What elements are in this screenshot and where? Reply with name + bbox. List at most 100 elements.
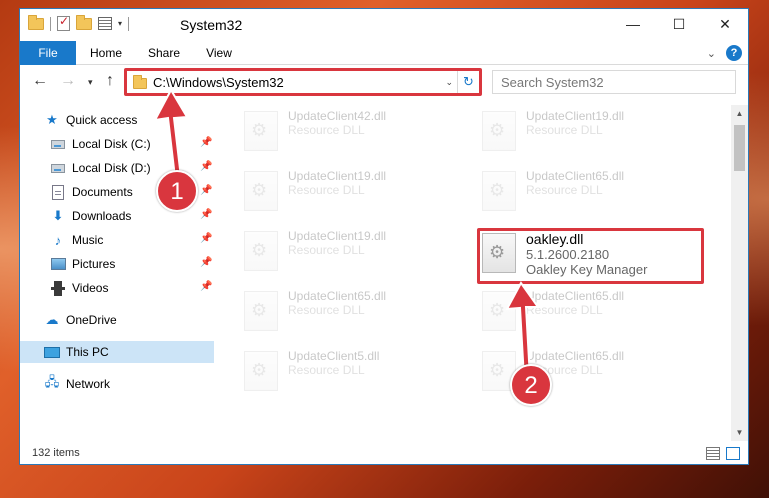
file-type: Resource DLL	[288, 123, 365, 137]
sidebar-item-pictures[interactable]: Pictures	[50, 253, 115, 275]
step-2-badge: 2	[510, 364, 552, 406]
computer-icon	[44, 346, 60, 358]
sidebar-item-onedrive[interactable]: ☁ OneDrive	[44, 309, 117, 331]
list-item[interactable]: UpdateClient5.dllResource DLL	[244, 349, 464, 397]
highlighted-file-oakley[interactable]: oakley.dll 5.1.2600.2180 Oakley Key Mana…	[482, 231, 702, 279]
dll-file-icon	[244, 111, 278, 151]
properties-icon[interactable]	[98, 17, 112, 30]
list-item[interactable]: UpdateClient65.dllResource DLL	[244, 289, 464, 337]
file-name: UpdateClient65.dll	[526, 169, 625, 183]
maximize-button[interactable]: ☐	[656, 9, 702, 39]
search-input[interactable]: Search System32	[492, 70, 736, 94]
help-icon[interactable]: ?	[726, 45, 742, 61]
pin-icon: 📌	[200, 137, 213, 148]
sidebar-item-this-pc[interactable]: This PC	[20, 341, 214, 363]
sidebar-item-label: Downloads	[72, 209, 132, 223]
title-bar: ▾ System32 — ☐ ✕	[20, 9, 748, 41]
dll-file-icon	[244, 231, 278, 271]
sidebar-item-label: This PC	[66, 345, 109, 359]
refresh-icon[interactable]: ↻	[457, 71, 479, 93]
sidebar-item-local-disk-d[interactable]: Local Disk (D:)	[50, 157, 151, 179]
window-title: System32	[180, 17, 243, 33]
file-name: UpdateClient65.dll	[526, 289, 625, 303]
file-list: UpdateClient42.dllResource DLL UpdateCli…	[216, 105, 731, 441]
pin-icon: 📌	[200, 185, 213, 196]
file-type: Resource DLL	[288, 243, 365, 257]
sidebar-item-local-disk-c[interactable]: Local Disk (C:)	[50, 133, 151, 155]
list-item[interactable]: UpdateClient19.dllResource DLL	[244, 229, 464, 277]
documents-icon	[52, 184, 64, 200]
file-type: Resource DLL	[288, 303, 365, 317]
dll-file-icon	[244, 171, 278, 211]
sidebar-item-label: OneDrive	[66, 313, 117, 327]
tab-share[interactable]: Share	[140, 41, 188, 65]
address-dropdown-icon[interactable]: ⌄	[445, 77, 453, 88]
ribbon: File Home Share View ⌄ ?	[20, 41, 748, 65]
address-path[interactable]: C:\Windows\System32	[153, 75, 284, 90]
tab-home[interactable]: Home	[82, 41, 130, 65]
videos-icon	[51, 280, 65, 296]
list-item[interactable]: UpdateClient65.dllResource DLL	[482, 169, 702, 217]
search-placeholder: Search System32	[501, 75, 604, 90]
minimize-button[interactable]: —	[610, 9, 656, 39]
sidebar-item-label: Videos	[72, 281, 109, 295]
forward-arrow-icon[interactable]: →	[60, 72, 76, 90]
list-item[interactable]: UpdateClient42.dllResource DLL	[244, 109, 464, 157]
scroll-thumb[interactable]	[734, 125, 745, 171]
close-button[interactable]: ✕	[702, 9, 748, 39]
file-type: Resource DLL	[526, 183, 603, 197]
file-name: UpdateClient42.dll	[288, 109, 387, 123]
recent-locations-icon[interactable]: ▾	[88, 77, 93, 88]
dll-file-icon	[482, 233, 516, 273]
list-item[interactable]: UpdateClient65.dllResource DLL	[482, 289, 702, 337]
file-description: Oakley Key Manager	[526, 262, 648, 277]
cloud-icon: ☁	[45, 312, 59, 327]
navigation-bar: ← → ▾ ↑ C:\Windows\System32 ⌄ ↻ Search S…	[20, 67, 748, 97]
properties-check-icon[interactable]	[57, 14, 70, 31]
folder-icon[interactable]	[28, 14, 44, 30]
dll-file-icon	[244, 351, 278, 391]
explorer-window: ▾ System32 — ☐ ✕ File Home Share View ⌄ …	[19, 8, 749, 465]
sidebar-item-downloads[interactable]: ⬇ Downloads	[50, 205, 132, 227]
tab-file[interactable]: File	[20, 41, 76, 65]
list-item[interactable]: UpdateClient19.dllResource DLL	[482, 109, 702, 157]
file-name: oakley.dll	[526, 231, 584, 247]
up-arrow-icon[interactable]: ↑	[106, 72, 114, 90]
sidebar-item-label: Network	[66, 377, 111, 391]
dll-file-icon	[482, 171, 516, 211]
file-name: UpdateClient19.dll	[526, 109, 625, 123]
drive-icon	[51, 139, 65, 149]
tab-view[interactable]: View	[198, 41, 240, 65]
new-folder-icon[interactable]	[76, 14, 92, 30]
scroll-up-icon[interactable]: ▲	[731, 105, 748, 122]
pin-icon: 📌	[200, 209, 213, 220]
sidebar-item-videos[interactable]: Videos	[50, 277, 108, 299]
large-icons-view-icon[interactable]	[726, 447, 740, 460]
file-type: Resource DLL	[526, 303, 603, 317]
quick-access-toolbar: ▾	[28, 14, 130, 31]
sidebar-item-quick-access[interactable]: ★ Quick access	[44, 109, 137, 131]
toolbar-divider	[128, 16, 130, 31]
sidebar-item-label: Pictures	[72, 257, 116, 271]
vertical-scrollbar[interactable]: ▲ ▼	[731, 105, 748, 441]
sidebar-item-network[interactable]: 🖧 Network	[44, 373, 110, 395]
back-arrow-icon[interactable]: ←	[32, 72, 48, 90]
pin-icon: 📌	[200, 233, 213, 244]
customize-toolbar-icon[interactable]: ▾	[118, 19, 122, 28]
sidebar-item-label: Local Disk (D:)	[72, 161, 151, 175]
expand-ribbon-icon[interactable]: ⌄	[707, 47, 716, 60]
pin-icon: 📌	[200, 281, 213, 292]
sidebar-item-documents[interactable]: Documents	[50, 181, 133, 203]
folder-icon	[133, 75, 147, 89]
sidebar-item-music[interactable]: ♪ Music	[50, 229, 104, 251]
dll-file-icon	[244, 291, 278, 331]
network-icon: 🖧	[44, 374, 60, 389]
list-item[interactable]: UpdateClient19.dllResource DLL	[244, 169, 464, 217]
dll-file-icon	[482, 291, 516, 331]
scroll-down-icon[interactable]: ▼	[731, 424, 748, 441]
address-bar[interactable]: C:\Windows\System32 ⌄ ↻	[126, 70, 480, 94]
file-type: Resource DLL	[526, 123, 603, 137]
pictures-icon	[50, 258, 66, 270]
file-version: 5.1.2600.2180	[526, 247, 610, 262]
details-view-icon[interactable]	[706, 447, 720, 460]
